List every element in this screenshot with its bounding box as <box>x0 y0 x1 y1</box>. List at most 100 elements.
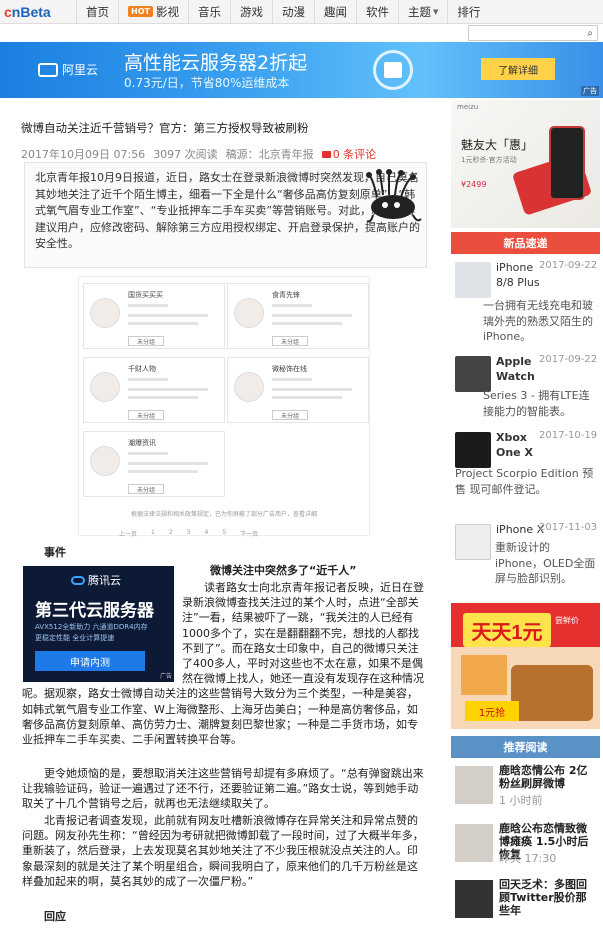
site-logo[interactable]: c nBeta <box>0 0 76 24</box>
product-item[interactable]: Apple Watch 2017-09-22 Series 3 - 拥有LTE连… <box>451 352 600 422</box>
comment-icon <box>321 150 331 158</box>
rec-time: 1 小时前 <box>499 794 543 807</box>
ad-subline: 1元秒杀·官方活动 <box>461 156 517 164</box>
follow-card: 千财人物 未分组 <box>83 357 225 423</box>
rec-item[interactable]: 鹿晗恋情公布 2亿粉丝刷屏微博 1 小时前 <box>451 762 600 822</box>
promo-ad[interactable]: 天天1元 尝鲜价 1元抢 <box>451 603 600 729</box>
article-views: 3097 次阅读 <box>153 148 218 161</box>
article-meta: 2017年10月09日 07:56 3097 次阅读 稿源：北京青年报 0 条评… <box>21 146 376 162</box>
rec-item[interactable]: 鹿晗公布恋情致微博瘫痪 1.5小时后恢复 昨天 17:30 <box>451 820 600 880</box>
nav-fun[interactable]: 趣闻 <box>313 0 356 24</box>
product-desc: 重新设计的 iPhone，OLED全面屏与脸部识别。 <box>495 541 596 585</box>
search-input[interactable]: ⌕ <box>468 25 598 41</box>
phone-image <box>549 126 585 200</box>
section-heading: 事件 <box>44 546 66 559</box>
nav-movie-label: 影视 <box>155 4 179 19</box>
chevron-down-icon: ▼ <box>432 7 439 16</box>
product-date: 2017-11-03 <box>539 522 598 533</box>
screenshot-pager: 上一页 1 2 3 4 5 下一页 <box>119 529 339 538</box>
pager-item: 2 <box>168 529 173 536</box>
nav-topics[interactable]: 主题 ▼ <box>397 0 447 24</box>
aliyun-brand: 阿里云 <box>62 63 99 77</box>
avatar <box>90 298 120 328</box>
top-ad-banner[interactable]: 阿里云 高性能云服务器2折起 0.73元/日，节省80%运维成本 了解详细 广告 <box>0 42 603 98</box>
card-name: 国货买买买 <box>128 291 163 299</box>
product-thumb <box>455 356 491 392</box>
section-heading: 回应 <box>44 910 66 923</box>
group-button: 未分组 <box>272 410 308 420</box>
product-desc: Project Scorpio Edition 预售 现可邮件登记。 <box>455 467 594 496</box>
group-button: 未分组 <box>128 410 164 420</box>
pager-item: 5 <box>222 529 227 536</box>
ad-headline-text: 魅友大「惠」 <box>461 138 534 152</box>
rec-thumb <box>455 824 493 862</box>
promo-caption: 尝鲜价 <box>555 616 579 625</box>
avatar <box>234 298 264 328</box>
nav-topics-label: 主题 <box>407 4 431 19</box>
follow-card: 国货买买买 未分组 <box>83 283 225 349</box>
float-spacer <box>22 580 182 686</box>
aliyun-logo: 阿里云 <box>38 61 98 78</box>
logo-text: nBeta <box>11 3 51 20</box>
avatar <box>90 446 120 476</box>
search-icon[interactable]: ⌕ <box>587 28 593 39</box>
sub-heading: 微博关注中突然多了“近千人” <box>210 564 357 577</box>
product-item[interactable]: iPhone 8/8 Plus 2017-09-22 一台拥有无线充电和玻璃外壳… <box>451 258 600 350</box>
pager-item: 1 <box>151 529 155 536</box>
card-name: 千财人物 <box>128 365 156 373</box>
banner-headline: 高性能云服务器2折起 <box>124 52 308 74</box>
comment-link[interactable]: 0 条评论 <box>321 146 377 162</box>
promo-logo: 天天1元 <box>463 613 551 647</box>
product-date: 2017-10-19 <box>539 430 598 441</box>
article-paragraph: 更令她烦恼的是，要想取消关注这些营销号却提有多麻烦了。“总有弹窗跳出来让我输验证… <box>22 767 424 811</box>
product-desc: Series 3 - 拥有LTE连接能力的智能表。 <box>483 389 590 418</box>
nav-home[interactable]: 首页 <box>76 0 118 24</box>
screenshot-footer: 根据法律法规和相关政策规定，已为你屏蔽了部分广告用户，查看详细 <box>130 511 317 518</box>
nav-rank[interactable]: 排行 <box>447 0 489 24</box>
group-button: 未分组 <box>128 484 164 494</box>
article-source[interactable]: 稿源：北京青年报 <box>226 146 314 162</box>
promo-button[interactable]: 1元抢 <box>465 701 519 721</box>
ad-headline: 魅友大「惠」 <box>461 136 533 153</box>
product-thumb <box>455 524 491 560</box>
nav-software[interactable]: 软件 <box>355 0 398 24</box>
product-thumb <box>455 262 491 298</box>
rec-title[interactable]: 回天乏术：多图回顾Twitter股价那些年 <box>499 878 597 917</box>
product-date: 2017-09-22 <box>539 354 598 365</box>
rec-item[interactable]: 回天乏术：多图回顾Twitter股价那些年 <box>451 876 600 936</box>
product-desc: 一台拥有无线充电和玻璃外壳的熟悉又陌生的iPhone。 <box>483 299 593 343</box>
rec-title[interactable]: 鹿晗恋情公布 2亿粉丝刷屏微博 <box>499 764 597 790</box>
nav-anime[interactable]: 动漫 <box>271 0 314 24</box>
nav-movie[interactable]: HOT 影视 <box>118 0 188 24</box>
nav-games[interactable]: 游戏 <box>229 0 272 24</box>
card-name: 潮爆资讯 <box>128 439 156 447</box>
aliyun-icon <box>38 62 58 77</box>
group-button: 未分组 <box>272 336 308 346</box>
food-image <box>511 665 593 721</box>
hot-badge: HOT <box>128 6 153 17</box>
product-thumb <box>455 432 491 468</box>
follow-card: 微秘饰在线 未分组 <box>227 357 369 423</box>
learn-more-button[interactable]: 了解详细 <box>481 58 555 80</box>
pager-item: 下一页 <box>240 531 259 538</box>
mascot-icon <box>366 169 422 223</box>
article-paragraph: 北青报记者调查发现，此前就有网友吐槽新浪微博存在异常关注和异常点赞的问题。网友孙… <box>22 814 424 888</box>
comment-count: 0 条评论 <box>332 148 377 161</box>
ad-price: ¥2499 <box>461 180 487 189</box>
rec-time: 昨天 17:30 <box>499 852 557 865</box>
follow-card: 潮爆资讯 未分组 <box>83 431 225 497</box>
pager-item: 上一页 <box>119 531 138 538</box>
product-item[interactable]: iPhone X 2017-11-03 重新设计的 iPhone，OLED全面屏… <box>451 520 600 598</box>
food-image <box>461 655 507 695</box>
meizu-ad[interactable]: meizu 魅友大「惠」 1元秒杀·官方活动 ¥2499 <box>451 100 600 228</box>
card-name: 微秘饰在线 <box>272 365 307 373</box>
nav-music[interactable]: 音乐 <box>187 0 230 24</box>
product-item[interactable]: Xbox One X 2017-10-19 Project Scorpio Ed… <box>451 428 600 518</box>
ad-tag: 广告 <box>581 86 599 96</box>
article-summary: 北京青年报10月9日报道，近日，路女士在登录新浪微博时突然发现，自己莫名其妙地关… <box>24 162 427 268</box>
follow-card: 食青先锋 未分组 <box>227 283 369 349</box>
article-title: 微博自动关注近千营销号？官方：第三方授权导致被刷粉 <box>21 121 309 135</box>
avatar <box>234 372 264 402</box>
article-date: 2017年10月09日 07:56 <box>21 148 146 161</box>
weibo-screenshot: 国货买买买 未分组 食青先锋 未分组 千财人物 未分组 微秘饰在线 未分组 潮爆… <box>78 276 370 538</box>
